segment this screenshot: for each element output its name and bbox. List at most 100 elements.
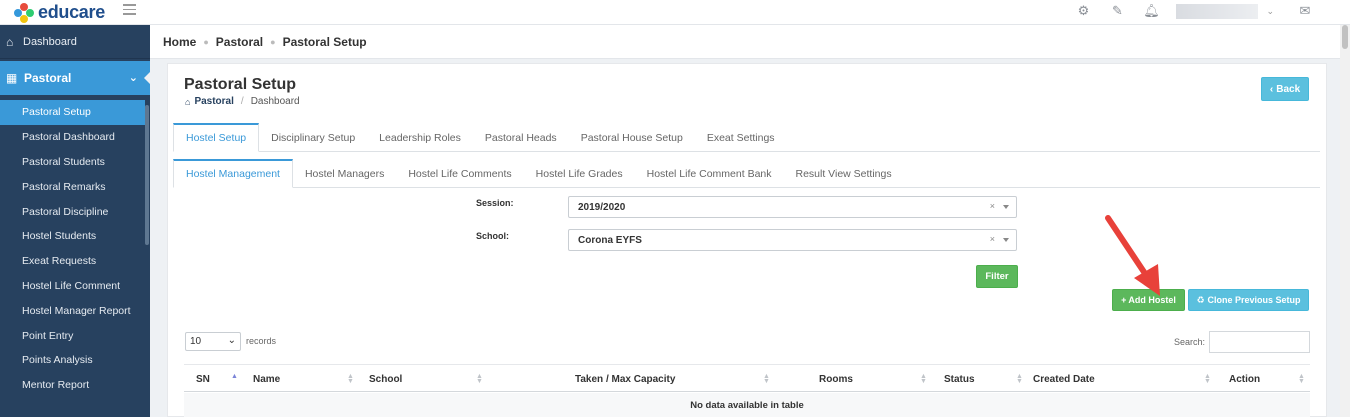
sidebar-item-label: Pastoral Remarks — [22, 180, 106, 193]
recycle-icon: ♻ — [1196, 294, 1205, 305]
edit-icon[interactable]: ✎ — [1100, 3, 1134, 19]
sort-asc-icon[interactable]: ▲ — [231, 373, 238, 380]
tab-pastoral-heads[interactable]: Pastoral Heads — [473, 123, 569, 152]
chevron-left-icon: ‹ — [1269, 83, 1274, 95]
menu-toggle-icon[interactable] — [123, 4, 136, 15]
tab-hostel-life-comment-bank[interactable]: Hostel Life Comment Bank — [635, 159, 784, 188]
sort-icon[interactable]: ▲ ▼ — [920, 373, 927, 385]
gear-icon[interactable]: ⚙ — [1066, 3, 1100, 19]
main-panel: Pastoral Setup ⌂ Pastoral / Dashboard ‹ … — [167, 63, 1327, 417]
clear-icon[interactable]: × — [990, 201, 995, 211]
logo-icon — [14, 2, 34, 23]
tab-hostel-setup[interactable]: Hostel Setup — [173, 123, 260, 152]
search-input[interactable] — [1209, 331, 1310, 353]
records-length-select[interactable]: 10 ⌄ — [185, 332, 241, 351]
clear-icon[interactable]: × — [990, 234, 995, 244]
table-header: SN ▲ Name ▲ ▼ School ▲ ▼ Taken / Max Capac… — [184, 364, 1310, 392]
column-created-date[interactable]: Created Date — [1033, 365, 1095, 393]
column-action[interactable]: Action — [1229, 365, 1260, 393]
tab-result-view-settings[interactable]: Result View Settings — [784, 159, 904, 188]
sidebar-item-pastoral-remarks[interactable]: Pastoral Remarks — [0, 174, 145, 199]
home-icon: ⌂ — [185, 96, 191, 107]
page-scrollbar[interactable] — [1340, 25, 1350, 417]
column-status[interactable]: Status — [944, 365, 975, 393]
page-crumb-link[interactable]: Pastoral — [194, 96, 233, 107]
tab-disciplinary-setup[interactable]: Disciplinary Setup — [259, 123, 367, 152]
sort-icon[interactable]: ▲ ▼ — [1204, 373, 1211, 385]
breadcrumb-pastoral[interactable]: Pastoral — [216, 35, 263, 49]
back-button[interactable]: ‹ Back — [1261, 77, 1309, 101]
tab-exeat-settings[interactable]: Exeat Settings — [695, 123, 787, 152]
sidebar-item-hostel-manager-report[interactable]: Hostel Manager Report — [0, 298, 145, 323]
breadcrumb-separator: ● — [203, 36, 209, 47]
logo[interactable]: educare — [14, 2, 105, 23]
breadcrumb-current: Pastoral Setup — [282, 34, 367, 49]
sidebar-item-label: Hostel Students — [22, 230, 97, 243]
tab-hostel-management[interactable]: Hostel Management — [173, 159, 293, 188]
sort-icon[interactable]: ▲ ▼ — [1016, 373, 1023, 385]
sidebar-scrollbar[interactable] — [145, 105, 149, 245]
records-label: records — [246, 336, 277, 346]
column-rooms[interactable]: Rooms — [819, 365, 853, 393]
top-bar: educare ⚙ ✎ 🔔︎ ⌄ ✉ — [0, 0, 1350, 25]
user-avatar[interactable] — [1176, 3, 1259, 19]
search-label: Search: — [1174, 337, 1206, 347]
sort-icon[interactable]: ▲ ▼ — [1298, 373, 1305, 385]
page-title: Pastoral Setup — [184, 76, 297, 93]
sidebar-item-hostel-students[interactable]: Hostel Students — [0, 224, 145, 249]
chevron-down-icon: ⌄ — [128, 72, 138, 84]
add-hostel-button[interactable]: + Add Hostel — [1112, 289, 1185, 311]
secondary-tabs: Hostel Management Hostel Managers Hostel… — [173, 159, 1320, 188]
sidebar-submenu: Pastoral Setup Pastoral Dashboard Pastor… — [0, 100, 145, 398]
sidebar-item-pastoral-dashboard[interactable]: Pastoral Dashboard — [0, 125, 145, 150]
sidebar-section-pastoral[interactable]: ▦ Pastoral ⌄ — [0, 61, 151, 95]
school-select[interactable]: Corona EYFS × — [568, 229, 1017, 251]
sidebar-item-label: Dashboard — [23, 35, 77, 48]
breadcrumb-separator: ● — [270, 36, 276, 47]
sidebar-item-points-analysis[interactable]: Points Analysis — [0, 348, 145, 373]
inbox-icon[interactable]: ✉ — [1288, 3, 1322, 19]
chevron-down-icon[interactable]: ⌄ — [1266, 6, 1274, 17]
bell-icon[interactable]: 🔔︎ — [1134, 3, 1168, 19]
logo-text: educare — [38, 2, 105, 22]
add-hostel-label: Add Hostel — [1128, 295, 1176, 305]
sidebar-item-mentor-report[interactable]: Mentor Report — [0, 373, 145, 398]
records-length-value: 10 — [190, 336, 202, 347]
sidebar-item-pastoral-students[interactable]: Pastoral Students — [0, 150, 145, 175]
school-label: School: — [476, 231, 509, 241]
column-sn[interactable]: SN — [196, 365, 210, 393]
sidebar-item-label: Pastoral Setup — [22, 106, 91, 119]
sidebar-item-exeat-requests[interactable]: Exeat Requests — [0, 249, 145, 274]
tab-pastoral-house-setup[interactable]: Pastoral House Setup — [569, 123, 695, 152]
session-select[interactable]: 2019/2020 × — [568, 196, 1017, 218]
chevron-down-icon: ⌄ — [227, 335, 236, 346]
column-name[interactable]: Name — [253, 365, 280, 393]
sidebar-item-dashboard[interactable]: ⌂ Dashboard — [0, 25, 150, 59]
sort-icon[interactable]: ▲ ▼ — [347, 373, 354, 385]
column-capacity[interactable]: Taken / Max Capacity — [575, 365, 675, 393]
clone-previous-setup-button[interactable]: ♻ Clone Previous Setup — [1188, 289, 1309, 311]
crumb-separator: / — [240, 96, 244, 107]
sidebar-item-pastoral-discipline[interactable]: Pastoral Discipline — [0, 199, 145, 224]
sidebar-item-label: Exeat Requests — [22, 255, 97, 268]
tab-hostel-life-comments[interactable]: Hostel Life Comments — [396, 159, 523, 188]
sidebar-item-point-entry[interactable]: Point Entry — [0, 323, 145, 348]
session-label: Session: — [476, 198, 514, 208]
sort-icon[interactable]: ▲ ▼ — [476, 373, 483, 385]
page-crumb-current: Dashboard — [250, 96, 300, 107]
tab-leadership-roles[interactable]: Leadership Roles — [367, 123, 473, 152]
sidebar-section-label: Pastoral — [24, 71, 72, 85]
sidebar-item-label: Pastoral Discipline — [22, 205, 109, 218]
tab-hostel-life-grades[interactable]: Hostel Life Grades — [524, 159, 635, 188]
filter-button[interactable]: Filter — [976, 265, 1018, 288]
sidebar-item-label: Pastoral Students — [22, 155, 105, 168]
dropdown-arrow-icon[interactable] — [1003, 205, 1009, 209]
column-school[interactable]: School — [369, 365, 402, 393]
tab-hostel-managers[interactable]: Hostel Managers — [293, 159, 396, 188]
dropdown-arrow-icon[interactable] — [1003, 238, 1009, 242]
sort-icon[interactable]: ▲ ▼ — [763, 373, 770, 385]
sidebar-item-hostel-life-comment[interactable]: Hostel Life Comment — [0, 274, 145, 299]
sidebar-item-label: Mentor Report — [22, 379, 90, 392]
breadcrumb-home[interactable]: Home — [163, 35, 196, 49]
sidebar-item-pastoral-setup[interactable]: Pastoral Setup — [0, 100, 145, 125]
